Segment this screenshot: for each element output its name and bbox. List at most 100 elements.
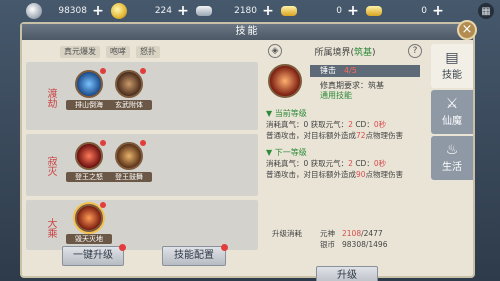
skill-huitian[interactable]: 毁天灭地 <box>66 202 112 244</box>
skill-level: 4/5 <box>344 66 357 75</box>
currency-silver-ingot: 2180 + <box>196 2 275 20</box>
skill-detail: ◈ 所属境界(筑基) ? 锤击 4/5 修真期要求：筑基 通用技能 ▼ 当前等级 … <box>262 42 428 281</box>
skill-name: 毁天灭地 <box>66 234 112 244</box>
currency-gold-ingot-2: 0 + <box>366 2 445 20</box>
silver-coin-value: 98308 <box>58 6 87 16</box>
yuanshen-label: 元神 <box>320 229 335 238</box>
realm-icon: ◈ <box>268 44 282 58</box>
upgrade-cost-label: 升级消耗 <box>272 229 302 238</box>
stage-label: 寂灭 <box>45 156 56 176</box>
currency-silver-coin: 98308 + <box>26 2 105 20</box>
gold-coin-icon <box>111 3 127 19</box>
realm-value: 筑基 <box>353 47 372 58</box>
stage-label: 大乘 <box>45 218 56 238</box>
text: 普通攻击，对目标额外造成 <box>266 170 356 179</box>
side-tabs: ▤ 技能 ⚔ 仙魔 ♨ 生活 <box>431 44 475 182</box>
cost-row-yuanshen: 升级消耗 元神 2108/2477 <box>262 228 428 239</box>
yuanshen-value: 2108/2477 <box>342 228 383 239</box>
skill-name: 玄武附体 <box>106 100 152 110</box>
skill-icon <box>75 204 103 232</box>
red-dot-icon <box>221 244 228 251</box>
cost-row-silver: 银币 98308/1496 <box>262 239 428 250</box>
realm-suffix: ) <box>372 47 376 58</box>
have: 98308 <box>342 240 366 249</box>
gold-ingot-2-value: 0 <box>421 6 427 16</box>
silver-value: 98308/1496 <box>342 239 387 250</box>
current-level-info: 消耗真气：0 获取元气：2 CD：0秒 普通攻击，对目标额外造成72点物理伤害 <box>266 119 428 141</box>
have: 2108 <box>342 229 362 238</box>
plus-icon[interactable]: + <box>91 4 105 18</box>
skill-dengwang-nu[interactable]: 登王之怒 <box>66 140 112 182</box>
red-dot-icon <box>100 202 106 208</box>
skill-icon <box>115 70 143 98</box>
need: /1496 <box>365 240 388 249</box>
currency-bar: 98308 + 224 + 2180 + 0 + 0 + <box>0 0 500 22</box>
red-dot-icon <box>100 68 106 74</box>
silver-coin-icon <box>26 3 42 19</box>
text: CD： <box>352 159 374 168</box>
stage-label: 渡劫 <box>45 88 56 108</box>
currency-gold-coin: 224 + <box>111 2 190 20</box>
red-dot-icon <box>140 68 146 74</box>
top-skill-chips: 真元爆发 咆哮 怒扑 <box>60 46 220 58</box>
skill-chip[interactable]: 咆哮 <box>106 46 130 58</box>
gold-ingot-icon <box>281 6 297 16</box>
realm-prefix: 所属境界( <box>314 47 354 58</box>
red-dot-icon <box>140 140 146 146</box>
help-icon[interactable]: ? <box>407 44 422 58</box>
skill-chip[interactable]: 真元爆发 <box>60 46 100 58</box>
skill-name-bar: 锤击 4/5 <box>310 65 420 77</box>
grid-menu-icon[interactable]: ▦ <box>478 3 494 19</box>
one-click-upgrade-button[interactable]: 一键升级 <box>62 244 126 266</box>
plus-icon[interactable]: + <box>346 4 360 18</box>
tab-life[interactable]: ♨ 生活 <box>431 136 473 180</box>
current-level-header: ▼ 当前等级 <box>266 109 307 118</box>
realm-label: 所属境界(筑基) <box>314 45 375 58</box>
tab-label: 技能 <box>442 70 462 81</box>
plus-icon[interactable]: + <box>431 4 445 18</box>
value: 0秒 <box>373 120 387 129</box>
gold-ingot-icon <box>366 6 382 16</box>
tab-skill[interactable]: ▤ 技能 <box>431 44 473 88</box>
skill-chip[interactable]: 怒扑 <box>136 46 160 58</box>
skill-icon <box>75 142 103 170</box>
skill-tree: 真元爆发 咆哮 怒扑 渡劫 排山倒海 玄武附体 寂灭 登王之怒 登王鼓舞 大乘 … <box>26 42 258 250</box>
text: 普通攻击，对目标额外造成 <box>266 131 356 140</box>
currency-gold-ingot: 0 + <box>281 2 360 20</box>
bowl-icon: ♨ <box>445 142 459 158</box>
next-level-info: 消耗真气：0 获取元气：2 CD：0秒 普通攻击，对目标额外造成90点物理伤害 <box>266 158 428 180</box>
silver-ingot-value: 2180 <box>234 6 257 16</box>
next-line1: 消耗真气：0 获取元气：2 CD：0秒 <box>266 158 428 169</box>
need: /2477 <box>361 229 383 238</box>
next-line2: 普通攻击，对目标额外造成90点物理伤害 <box>266 169 428 180</box>
red-dot-icon <box>100 140 106 146</box>
panel-title: 技能 <box>22 24 473 40</box>
gold-coin-value: 224 <box>154 6 172 16</box>
skill-paishan[interactable]: 排山倒海 <box>66 68 112 110</box>
value: 72 <box>356 131 366 140</box>
sword-icon: ⚔ <box>445 96 459 112</box>
plus-icon[interactable]: + <box>176 4 190 18</box>
close-button[interactable]: × <box>457 20 477 40</box>
skill-dengwang-guwu[interactable]: 登王鼓舞 <box>106 140 152 182</box>
plus-icon[interactable]: + <box>261 4 275 18</box>
detail-header: ◈ 所属境界(筑基) ? <box>262 42 428 60</box>
text: 消耗真气：0 获取元气： <box>266 120 349 129</box>
current-line2: 普通攻击，对目标额外造成72点物理伤害 <box>266 130 428 141</box>
silver-label: 银币 <box>320 240 335 249</box>
stage-row-dacheng <box>26 200 258 250</box>
text: 点物理伤害 <box>365 170 404 179</box>
skill-icon <box>75 70 103 98</box>
upgrade-button[interactable]: 升级 <box>316 266 378 281</box>
tab-xianmo[interactable]: ⚔ 仙魔 <box>431 90 473 134</box>
book-icon: ▤ <box>445 50 459 66</box>
current-line1: 消耗真气：0 获取元气：2 CD：0秒 <box>266 119 428 130</box>
skill-icon <box>115 142 143 170</box>
skill-config-button[interactable]: 技能配置 <box>162 244 228 266</box>
skill-name: 锤击 <box>320 66 336 75</box>
skill-name: 登王鼓舞 <box>106 172 152 182</box>
skill-xuanwu[interactable]: 玄武附体 <box>106 68 152 110</box>
button-label: 升级 <box>337 270 357 281</box>
silver-ingot-icon <box>196 6 212 16</box>
